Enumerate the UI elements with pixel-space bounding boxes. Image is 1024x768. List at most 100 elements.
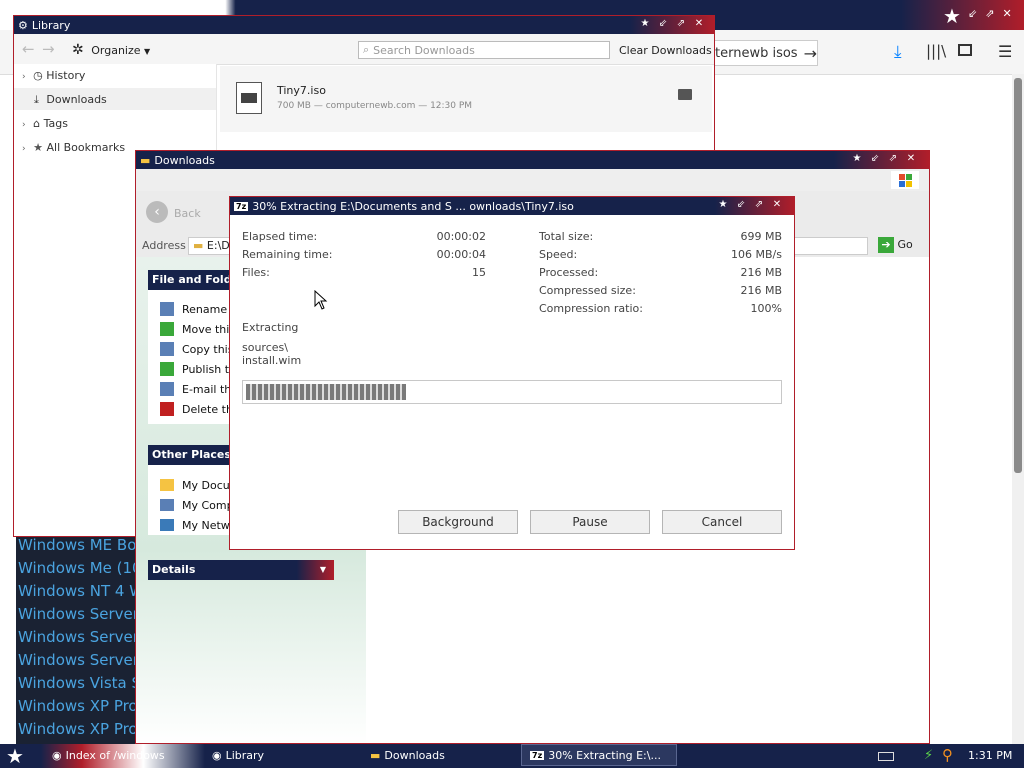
file-task-label: Move this — [182, 322, 236, 336]
go-button[interactable]: ➔ Go — [878, 237, 913, 253]
other-place-label: My Comp — [182, 498, 234, 512]
file-task-label: Publish th — [182, 362, 236, 376]
forward-arrow-icon[interactable]: → — [42, 40, 55, 58]
explorer-title: Downloads — [154, 153, 215, 167]
extract-window-controls: ★ ⇙ ⇗ ✕ — [716, 198, 784, 212]
files-label: Files: — [242, 266, 270, 279]
background-button[interactable]: Background — [398, 510, 518, 534]
library-title: Library — [31, 18, 71, 32]
minimize-icon[interactable]: ⇙ — [734, 198, 748, 212]
other-place-label: My Docu — [182, 478, 230, 492]
browser-star-icon: ★ — [943, 4, 961, 28]
sidebar-item-tags[interactable]: › ⌂ Tags — [22, 117, 68, 130]
close-icon[interactable]: ✕ — [770, 198, 784, 212]
taskbar-item-extract[interactable]: 7z 30% Extracting E:\... — [521, 744, 677, 766]
firefox-icon: ◉ — [52, 748, 62, 762]
folder-icon: ▬ — [140, 153, 151, 167]
taskbar-item-label: 30% Extracting E:\... — [548, 748, 661, 762]
library-titlebar: ⚙ Library — [14, 16, 714, 34]
maximize-icon[interactable]: ⇗ — [985, 7, 994, 20]
go-label: Go — [897, 238, 913, 251]
total-size-label: Total size: — [539, 230, 594, 243]
url-text: ternewb isos — [715, 45, 798, 61]
back-arrow-icon[interactable]: ← — [22, 40, 35, 58]
place-icon — [160, 519, 174, 531]
other-place-item[interactable]: My Netwo — [160, 515, 237, 535]
compression-ratio-label: Compression ratio: — [539, 302, 643, 315]
organize-button[interactable]: ✲ Organize ▼ — [72, 42, 150, 58]
task-icon — [160, 302, 174, 316]
speed-value: 106 MB/s — [731, 248, 782, 261]
extract-titlebar: 7z 30% Extracting E:\Documents and S ...… — [230, 197, 794, 215]
sidebar-icon[interactable] — [958, 44, 972, 56]
library-icon[interactable]: |||\ — [926, 42, 946, 60]
task-icon — [160, 342, 174, 356]
extracting-status-label: Extracting — [242, 321, 299, 334]
sidebar-item-label: Downloads — [46, 93, 107, 106]
download-item[interactable] — [220, 66, 712, 132]
maximize-icon[interactable]: ⇗ — [674, 17, 688, 31]
folder-icon: ▬ — [370, 748, 381, 762]
minimize-icon[interactable]: ⇙ — [968, 7, 977, 20]
search-downloads-input[interactable]: ⌕ Search Downloads — [358, 41, 610, 59]
minimize-icon[interactable]: ⇙ — [868, 152, 882, 166]
network-icon[interactable]: ⚡ — [924, 748, 933, 763]
start-star-button[interactable]: ★ — [6, 744, 24, 768]
scrollbar-thumb[interactable] — [1014, 78, 1022, 473]
taskbar-item-browser[interactable]: ◉ Index of /windows — [48, 744, 198, 766]
maximize-icon[interactable]: ⇗ — [886, 152, 900, 166]
close-icon[interactable]: ✕ — [904, 152, 918, 166]
pause-button[interactable]: Pause — [530, 510, 650, 534]
back-button[interactable]: ‹ — [146, 201, 168, 223]
progress-bar-fill — [246, 384, 406, 400]
elapsed-time-label: Elapsed time: — [242, 230, 318, 243]
taskbar-item-downloads[interactable]: ▬ Downloads — [366, 744, 516, 766]
taskbar-clock: 1:31 PM — [968, 749, 1013, 762]
url-bar-fragment[interactable]: ternewb isos → — [710, 40, 818, 66]
file-tasks-title: File and Fold — [152, 273, 232, 286]
downloads-icon[interactable]: ⤓ — [894, 42, 902, 62]
maximize-icon[interactable]: ⇗ — [752, 198, 766, 212]
sidebar-item-all-bookmarks[interactable]: › ★ All Bookmarks — [22, 141, 125, 154]
details-header[interactable]: Details ▼ — [148, 560, 334, 580]
expand-arrow-icon[interactable]: › — [22, 72, 26, 82]
keyboard-icon[interactable] — [878, 752, 894, 761]
menu-icon[interactable]: ☰ — [998, 42, 1012, 61]
page-scrollbar[interactable] — [1012, 74, 1024, 744]
firefox-icon: ◉ — [212, 748, 222, 762]
processed-label: Processed: — [539, 266, 599, 279]
minimize-icon[interactable]: ⇙ — [656, 17, 670, 31]
search-icon[interactable]: ⚲ — [942, 746, 953, 764]
speed-label: Speed: — [539, 248, 578, 261]
remaining-time-value: 00:00:04 — [436, 248, 486, 261]
sidebar-item-downloads-content[interactable]: ⤓ Downloads — [34, 93, 107, 107]
other-place-item[interactable]: My Comp — [160, 495, 237, 515]
close-icon[interactable]: ✕ — [692, 17, 706, 31]
download-item-meta: 700 MB — computernewb.com — 12:30 PM — [277, 101, 473, 111]
open-folder-icon[interactable] — [678, 89, 692, 100]
clear-downloads-button[interactable]: Clear Downloads — [619, 44, 712, 57]
star-icon: ★ — [852, 153, 862, 164]
iso-file-icon — [236, 82, 262, 114]
expand-arrow-icon[interactable]: › — [22, 120, 26, 130]
file-task-label: Copy this — [182, 342, 234, 356]
cancel-button[interactable]: Cancel — [662, 510, 782, 534]
task-icon — [160, 382, 174, 396]
mouse-cursor-icon — [314, 289, 328, 313]
browser-window-controls[interactable]: ⇙ ⇗ ✕ — [968, 7, 1012, 20]
file-task-label: Rename t — [182, 302, 235, 316]
7zip-icon: 7z — [530, 750, 545, 760]
download-item-name: Tiny7.iso — [277, 84, 326, 97]
back-label: Back — [174, 207, 201, 220]
organize-label: Organize — [91, 44, 141, 57]
other-place-item[interactable]: My Docu — [160, 475, 237, 495]
go-arrow-icon[interactable]: → — [804, 44, 817, 63]
expand-arrow-icon[interactable]: › — [22, 144, 26, 154]
taskbar-item-library[interactable]: ◉ Library — [208, 744, 358, 766]
close-icon[interactable]: ✕ — [1002, 7, 1011, 20]
sidebar-item-history[interactable]: › ◷ History — [22, 69, 85, 82]
tag-icon: ⌂ — [33, 117, 41, 130]
elapsed-time-value: 00:00:02 — [436, 230, 486, 243]
chevron-down-icon[interactable]: ▼ — [320, 560, 326, 580]
current-path-line2: install.wim — [242, 354, 302, 367]
